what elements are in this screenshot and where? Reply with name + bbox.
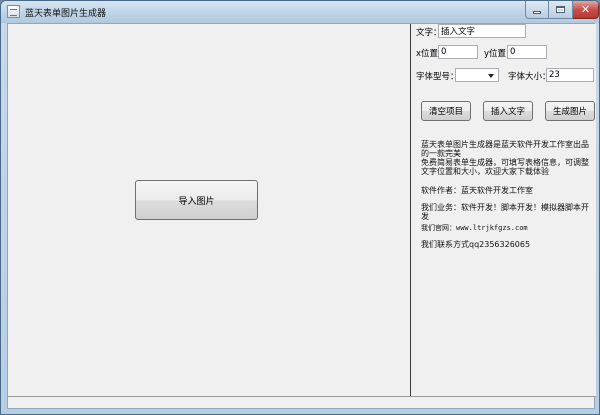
app-window: 蓝天表单图片生成器 ✕ 导入图片 文字： x位置 y位置: 字体型号：	[0, 0, 600, 415]
text-input[interactable]	[438, 24, 526, 38]
maximize-button[interactable]	[549, 1, 573, 19]
import-image-button[interactable]: 导入图片	[135, 180, 258, 220]
x-position-input[interactable]	[438, 45, 478, 59]
info-contact: 我们联系方式qq2356326065	[421, 240, 531, 249]
y-position-input[interactable]	[507, 45, 547, 59]
font-type-select[interactable]	[455, 68, 499, 82]
maximize-icon	[556, 6, 565, 13]
info-website: 我们官网：www.ltrjkfgzs.com	[421, 224, 528, 232]
info-description-2: 免费简易表单生成器，可填写表格信息，可调整文字位置和大小，欢迎大家下载体验	[421, 158, 589, 176]
title-bar[interactable]: 蓝天表单图片生成器 ✕	[1, 1, 599, 23]
font-type-label: 字体型号：	[416, 72, 459, 82]
minimize-button[interactable]	[525, 1, 549, 19]
y-position-label: y位置:	[484, 49, 509, 59]
info-section: 蓝天表单图片生成器是蓝天软件开发工作室出品的一款完美 免费简易表单生成器，可填写…	[421, 140, 593, 380]
window-title: 蓝天表单图片生成器	[25, 9, 107, 19]
font-size-input[interactable]	[546, 68, 594, 82]
close-icon: ✕	[580, 3, 591, 16]
control-panel: 文字： x位置 y位置: 字体型号： 字体大小： 清空项目 插入文字 生成图片 …	[411, 24, 596, 396]
font-size-label: 字体大小：	[508, 72, 551, 82]
info-author: 软件作者：蓝天软件开发工作室	[421, 186, 533, 195]
info-business: 我们业务：软件开发！脚本开发！模拟器脚本开发	[421, 203, 589, 221]
status-divider	[8, 396, 596, 397]
chevron-down-icon	[488, 74, 494, 78]
generate-image-button[interactable]: 生成图片	[545, 101, 595, 121]
insert-text-button[interactable]: 插入文字	[483, 101, 533, 121]
close-button[interactable]: ✕	[573, 1, 599, 19]
app-icon	[7, 5, 20, 18]
image-canvas-panel: 导入图片	[8, 24, 410, 396]
x-position-label: x位置	[416, 49, 439, 59]
clear-project-button[interactable]: 清空项目	[421, 101, 471, 121]
minimize-icon	[533, 11, 541, 14]
client-area: 导入图片 文字： x位置 y位置: 字体型号： 字体大小： 清空项目 插入文字 …	[7, 23, 596, 409]
info-description-1: 蓝天表单图片生成器是蓝天软件开发工作室出品的一款完美	[421, 140, 589, 158]
